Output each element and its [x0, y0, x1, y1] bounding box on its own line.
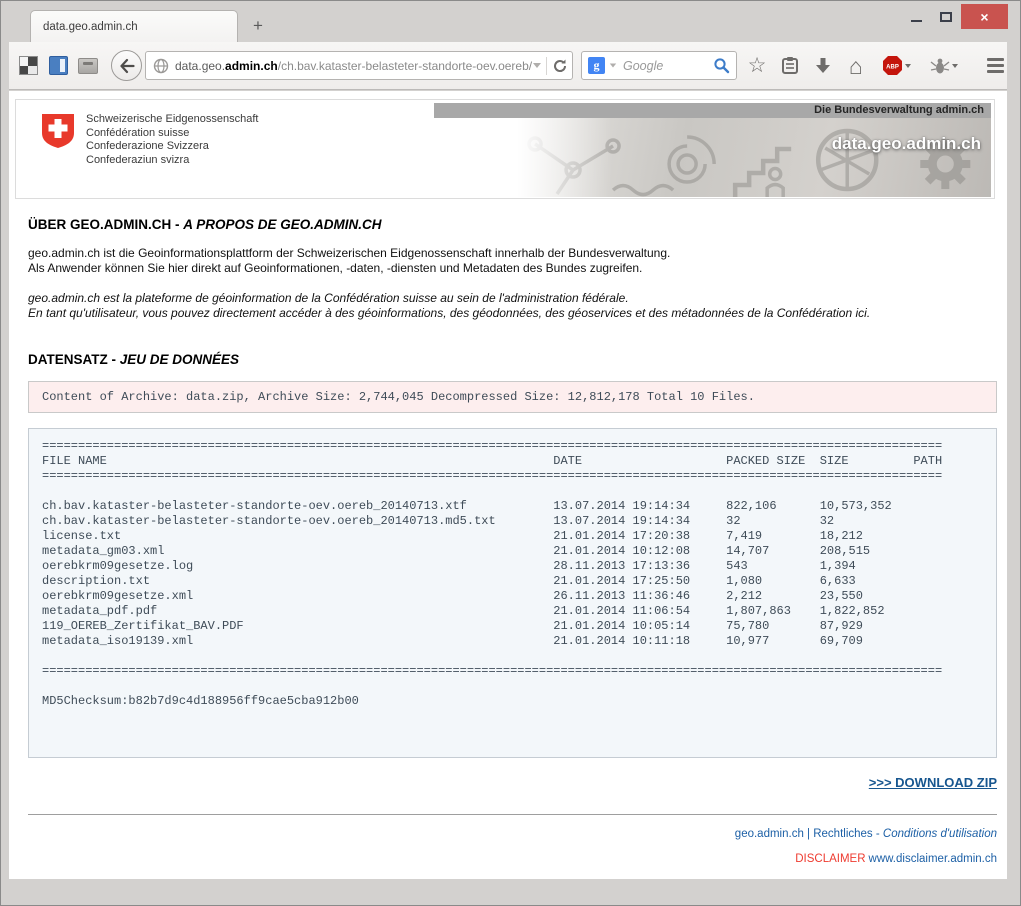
home-icon: ⌂ — [849, 55, 863, 77]
page-content: ÜBER GEO.ADMIN.CH - A PROPOS DE GEO.ADMI… — [28, 217, 997, 865]
extension-button[interactable] — [923, 53, 965, 79]
close-button[interactable]: × — [961, 4, 1008, 29]
extension-dropdown-icon[interactable] — [952, 64, 958, 68]
bundesverwaltung-bar[interactable]: Die Bundesverwaltung admin.ch — [434, 103, 991, 118]
adblock-plus-button[interactable]: ABP — [876, 53, 916, 79]
footer-link-conditions[interactable]: Conditions d'utilisation — [883, 828, 997, 840]
archive-summary-banner: Content of Archive: data.zip, Archive Si… — [28, 381, 997, 413]
banner-collage-graphic — [517, 118, 991, 197]
search-input[interactable] — [623, 59, 713, 73]
tab-title: data.geo.admin.ch — [43, 21, 138, 33]
browser-window: data.geo.admin.ch + × data.geo.admin.ch/… — [0, 0, 1021, 906]
footer-link-rechtliches[interactable]: Rechtliches — [813, 828, 872, 840]
banner-site-title: data.geo.admin.ch — [832, 134, 981, 154]
maximize-button[interactable] — [931, 4, 961, 29]
bookmark-star-button[interactable]: ☆ — [744, 53, 770, 79]
bug-icon — [930, 57, 950, 75]
dataset-heading: DATENSATZ - JEU DE DONNÉES — [28, 352, 997, 367]
about-paragraph-fr: geo.admin.ch est la plateforme de géoinf… — [28, 291, 997, 320]
window-panel-icon — [49, 56, 68, 75]
back-arrow-icon — [118, 57, 136, 75]
search-magnifier-icon[interactable] — [713, 57, 730, 74]
abp-dropdown-icon[interactable] — [905, 64, 911, 68]
hamburger-icon — [987, 58, 1004, 73]
svg-text:ABP: ABP — [886, 65, 899, 71]
globe-icon — [153, 58, 169, 74]
about-heading: ÜBER GEO.ADMIN.CH - A PROPOS DE GEO.ADMI… — [28, 217, 997, 232]
star-icon: ☆ — [748, 55, 767, 76]
header-banner-image: data.geo.admin.ch — [517, 118, 991, 197]
footer-link-geoadmin[interactable]: geo.admin.ch — [735, 828, 804, 840]
search-engine-dropdown-icon[interactable] — [610, 64, 616, 68]
footer-divider — [28, 814, 997, 815]
page-viewport: Schweizerische Eidgenossenschaft Confédé… — [9, 91, 1007, 879]
downloads-button[interactable] — [810, 53, 836, 79]
url-bar[interactable]: data.geo.admin.ch/ch.bav.kataster-belast… — [145, 51, 573, 80]
url-history-dropdown-icon[interactable] — [533, 63, 541, 68]
disclaimer-link[interactable]: www.disclaimer.admin.ch — [869, 853, 997, 865]
new-tab-button[interactable]: + — [246, 14, 270, 38]
navigation-toolbar: data.geo.admin.ch/ch.bav.kataster-belast… — [9, 42, 1007, 90]
archive-listing-box: ========================================… — [28, 428, 997, 758]
confederation-names: Schweizerische Eidgenossenschaft Confédé… — [86, 113, 258, 167]
browser-tab[interactable]: data.geo.admin.ch — [30, 10, 238, 42]
download-zip-link[interactable]: >>> DOWNLOAD ZIP — [869, 775, 997, 790]
abp-shield-icon: ABP — [882, 55, 903, 76]
minimize-button[interactable] — [901, 4, 931, 29]
footer-disclaimer: DISCLAIMER www.disclaimer.admin.ch — [28, 853, 997, 865]
download-row: >>> DOWNLOAD ZIP — [28, 774, 997, 792]
archive-box-icon — [78, 58, 98, 74]
panel-app-button[interactable] — [47, 55, 69, 77]
swiss-coat-of-arms: Schweizerische Eidgenossenschaft Confédé… — [40, 113, 258, 167]
about-paragraph-de: geo.admin.ch ist die Geoinformationsplat… — [28, 246, 997, 275]
url-text: data.geo.admin.ch/ch.bav.kataster-belast… — [175, 59, 533, 73]
google-engine-icon[interactable]: g — [588, 57, 605, 74]
download-arrow-icon — [815, 57, 831, 74]
menu-button[interactable] — [982, 53, 1008, 79]
quadrant-icon — [19, 56, 38, 75]
archive-app-button[interactable] — [77, 55, 99, 77]
bookmarks-menu-button[interactable] — [777, 53, 803, 79]
home-button[interactable]: ⌂ — [843, 53, 869, 79]
swiss-shield-icon — [40, 113, 76, 149]
disclaimer-label[interactable]: DISCLAIMER — [795, 853, 865, 865]
footer-links: geo.admin.ch | Rechtliches - Conditions … — [28, 828, 997, 840]
maximize-icon — [940, 12, 952, 22]
minimize-icon — [911, 20, 922, 22]
divider — [546, 57, 547, 75]
clipboard-icon — [781, 56, 799, 75]
page-header: Schweizerische Eidgenossenschaft Confédé… — [15, 99, 995, 199]
window-controls: × — [901, 4, 1008, 29]
gallery-app-button[interactable] — [17, 55, 39, 77]
back-button[interactable] — [111, 50, 142, 81]
reload-icon[interactable] — [552, 58, 568, 74]
title-bar: data.geo.admin.ch + × — [2, 2, 1019, 42]
archive-listing: ========================================… — [42, 439, 983, 709]
search-box[interactable]: g — [581, 51, 737, 80]
